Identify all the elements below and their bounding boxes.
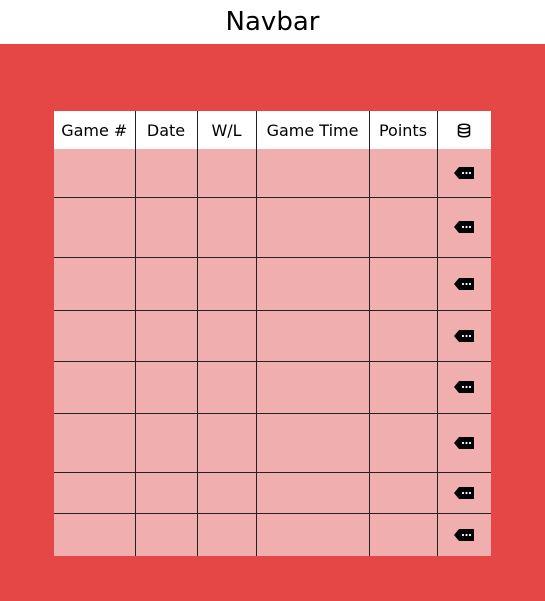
row-action-cell: [437, 513, 491, 556]
table-cell[interactable]: [197, 257, 257, 311]
table-row: [54, 197, 491, 258]
table-row: [54, 310, 491, 362]
table-cell[interactable]: [197, 413, 257, 473]
table-cell[interactable]: [369, 197, 438, 258]
table-cell[interactable]: [54, 361, 136, 414]
table-cell[interactable]: [197, 310, 257, 362]
header-win-loss[interactable]: W/L: [197, 111, 257, 149]
table-cell[interactable]: [135, 472, 198, 514]
navbar: Navbar: [0, 0, 545, 44]
table-row: [54, 361, 491, 414]
tag-more-icon[interactable]: [453, 166, 475, 180]
table-header-row: Game # Date W/L Game Time Points: [54, 111, 491, 149]
table-cell[interactable]: [54, 149, 136, 198]
table-cell[interactable]: [369, 413, 438, 473]
table-cell[interactable]: [369, 310, 438, 362]
header-game-time[interactable]: Game Time: [256, 111, 370, 149]
table-cell[interactable]: [369, 257, 438, 311]
header-game-number[interactable]: Game #: [54, 111, 136, 149]
header-points[interactable]: Points: [369, 111, 438, 149]
table-row: [54, 257, 491, 311]
table-row: [54, 413, 491, 473]
row-action-cell: [437, 310, 491, 362]
table-cell[interactable]: [197, 361, 257, 414]
table-cell[interactable]: [256, 310, 370, 362]
table-row: [54, 472, 491, 514]
table-cell[interactable]: [369, 513, 438, 556]
table-row: [54, 149, 491, 198]
row-action-cell: [437, 361, 491, 414]
games-table: Game # Date W/L Game Time Points: [54, 111, 491, 556]
table-cell[interactable]: [256, 149, 370, 198]
table-cell[interactable]: [54, 413, 136, 473]
tag-more-icon[interactable]: [453, 329, 475, 343]
table-cell[interactable]: [54, 310, 136, 362]
table-cell[interactable]: [256, 513, 370, 556]
table-cell[interactable]: [54, 513, 136, 556]
table-cell[interactable]: [197, 513, 257, 556]
table-cell[interactable]: [135, 197, 198, 258]
row-action-cell: [437, 149, 491, 198]
table-cell[interactable]: [256, 413, 370, 473]
tag-more-icon[interactable]: [453, 436, 475, 450]
table-cell[interactable]: [197, 197, 257, 258]
table-cell[interactable]: [135, 257, 198, 311]
table-cell[interactable]: [135, 513, 198, 556]
table-cell[interactable]: [135, 149, 198, 198]
table-cell[interactable]: [135, 310, 198, 362]
table-cell[interactable]: [369, 361, 438, 414]
table-cell[interactable]: [256, 257, 370, 311]
row-action-cell: [437, 472, 491, 514]
table-cell[interactable]: [256, 361, 370, 414]
tag-more-icon[interactable]: [453, 380, 475, 394]
table-cell[interactable]: [135, 361, 198, 414]
row-action-cell: [437, 197, 491, 258]
tag-more-icon[interactable]: [453, 220, 475, 234]
table-cell[interactable]: [197, 149, 257, 198]
table-cell[interactable]: [54, 197, 136, 258]
row-action-cell: [437, 413, 491, 473]
table-cell[interactable]: [369, 472, 438, 514]
database-icon: [458, 122, 471, 138]
table-cell[interactable]: [197, 472, 257, 514]
table-cell[interactable]: [54, 472, 136, 514]
header-date[interactable]: Date: [135, 111, 198, 149]
tag-more-icon[interactable]: [453, 277, 475, 291]
tag-more-icon[interactable]: [453, 486, 475, 500]
table-cell[interactable]: [256, 197, 370, 258]
table-cell[interactable]: [256, 472, 370, 514]
table-cell[interactable]: [135, 413, 198, 473]
table-cell[interactable]: [54, 257, 136, 311]
table-cell[interactable]: [369, 149, 438, 198]
navbar-title: Navbar: [225, 7, 320, 37]
row-action-cell: [437, 257, 491, 311]
table-row: [54, 513, 491, 556]
tag-more-icon[interactable]: [453, 528, 475, 542]
header-actions: [437, 111, 491, 149]
